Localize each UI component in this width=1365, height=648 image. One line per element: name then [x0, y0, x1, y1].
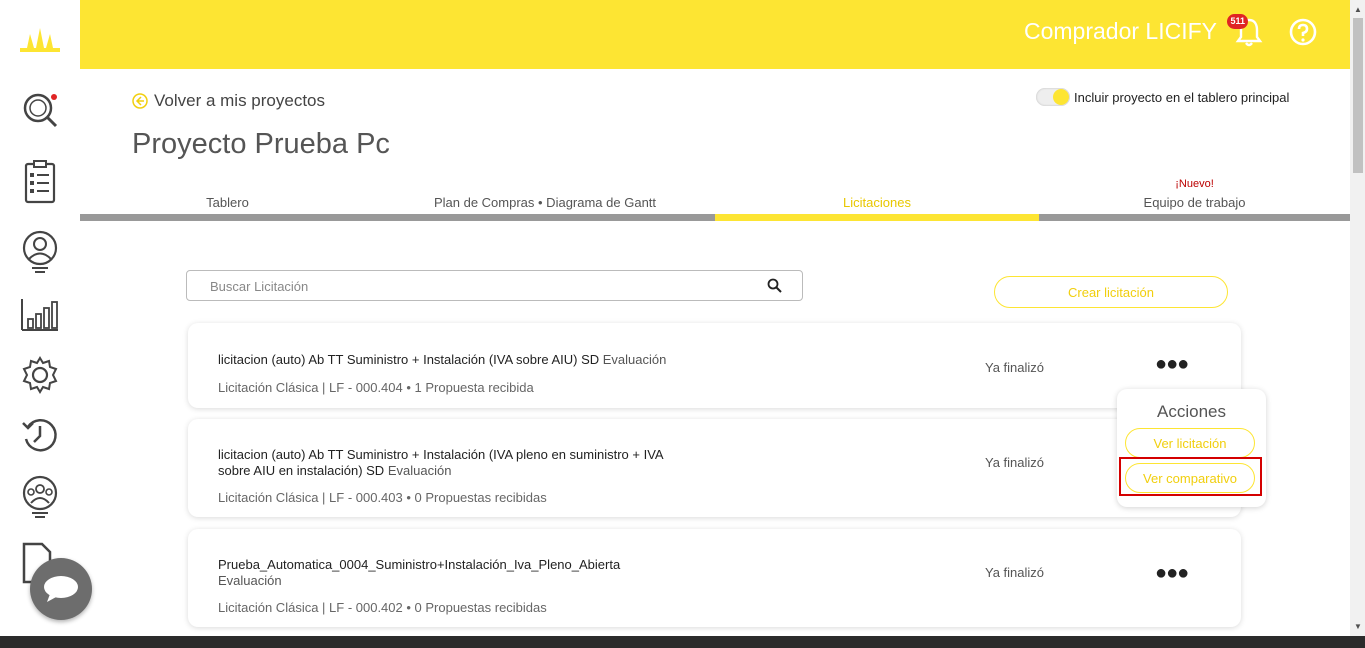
scrollbar-thumb[interactable] [1353, 18, 1363, 173]
search-input[interactable] [210, 277, 750, 295]
settings-gear-icon[interactable] [20, 355, 60, 395]
new-badge: ¡Nuevo! [1175, 178, 1214, 190]
tender-stage: Evaluación [218, 573, 282, 588]
chat-bubble-icon [44, 576, 78, 602]
more-actions-icon[interactable]: ●●● [1155, 353, 1189, 376]
search-tenders-box [186, 270, 803, 301]
tab-licitaciones[interactable]: Licitaciones [715, 176, 1039, 221]
tender-meta: Licitación Clásica | LF - 000.403 • 0 Pr… [218, 490, 547, 505]
tender-status: Ya finalizó [985, 360, 1045, 375]
tender-status: Ya finalizó [985, 455, 1045, 470]
tab-work-team[interactable]: ¡Nuevo! Equipo de trabajo [1039, 176, 1350, 221]
tab-label: Equipo de trabajo [1143, 195, 1246, 210]
tender-card[interactable]: licitacion (auto) Ab TT Suministro + Ins… [188, 419, 1241, 517]
tender-stage: Evaluación [387, 463, 452, 478]
back-to-projects-link[interactable]: Volver a mis proyectos [132, 91, 325, 111]
tab-label: Plan de Compras • Diagrama de Gantt [433, 195, 657, 210]
tender-card[interactable]: licitacion (auto) Ab TT Suministro + Ins… [188, 323, 1241, 408]
top-bar: Comprador LICIFY 511 [80, 0, 1350, 69]
scroll-up-icon[interactable]: ▲ [1354, 5, 1362, 14]
notification-count-badge: 511 [1227, 14, 1248, 29]
tender-title: licitacion (auto) Ab TT Suministro + Ins… [218, 352, 778, 368]
bar-chart-icon[interactable] [20, 297, 60, 337]
page-title: Proyecto Prueba Pc [132, 128, 390, 160]
back-link-label: Volver a mis proyectos [154, 91, 326, 110]
tender-name: licitacion (auto) Ab TT Suministro + Ins… [218, 352, 600, 367]
os-taskbar [0, 636, 1365, 648]
view-tender-button[interactable]: Ver licitación [1125, 428, 1255, 458]
tender-title: Prueba_Automatica_0004_Suministro+Instal… [218, 557, 678, 589]
tender-status: Ya finalizó [985, 565, 1045, 580]
project-tabs: Tablero Plan de Compras • Diagrama de Ga… [80, 176, 1350, 221]
tab-tablero[interactable]: Tablero [80, 176, 375, 221]
tab-label: Tablero [206, 195, 249, 210]
chat-button[interactable] [30, 558, 92, 620]
more-actions-icon[interactable]: ●●● [1155, 562, 1189, 585]
history-icon[interactable] [20, 415, 60, 455]
licify-logo[interactable] [18, 24, 62, 59]
toggle-label: Incluir proyecto en el tablero principal [1074, 89, 1290, 105]
tender-meta: Licitación Clásica | LF - 000.402 • 0 Pr… [218, 600, 547, 615]
actions-menu-title: Acciones [1157, 402, 1226, 421]
user-name[interactable]: Comprador LICIFY [1024, 18, 1217, 45]
arrow-left-circle-icon [132, 93, 148, 109]
toggle-switch[interactable] [1036, 88, 1070, 106]
tab-purchase-plan[interactable]: Plan de Compras • Diagrama de Gantt [375, 176, 715, 221]
tab-label: Licitaciones [843, 195, 911, 210]
tender-stage: Evaluación [602, 352, 667, 367]
checklist-icon[interactable] [20, 160, 60, 204]
help-icon[interactable] [1289, 18, 1317, 46]
page-scrollbar[interactable]: ▲ ▼ [1350, 0, 1365, 636]
create-tender-button[interactable]: Crear licitación [994, 276, 1228, 308]
user-profile-icon[interactable] [20, 230, 60, 273]
search-icon[interactable] [767, 278, 782, 293]
scroll-down-icon[interactable]: ▼ [1354, 622, 1362, 631]
search-tenders-icon[interactable] [20, 90, 60, 130]
include-in-dashboard-toggle[interactable]: Incluir proyecto en el tablero principal [1036, 88, 1289, 106]
highlight-box [1119, 457, 1262, 496]
tender-title: licitacion (auto) Ab TT Suministro + Ins… [218, 447, 698, 479]
tender-meta: Licitación Clásica | LF - 000.404 • 1 Pr… [218, 380, 534, 395]
team-icon[interactable] [20, 475, 60, 518]
tender-name: Prueba_Automatica_0004_Suministro+Instal… [218, 557, 621, 572]
tender-card[interactable]: Prueba_Automatica_0004_Suministro+Instal… [188, 529, 1241, 627]
sidebar [0, 0, 80, 648]
